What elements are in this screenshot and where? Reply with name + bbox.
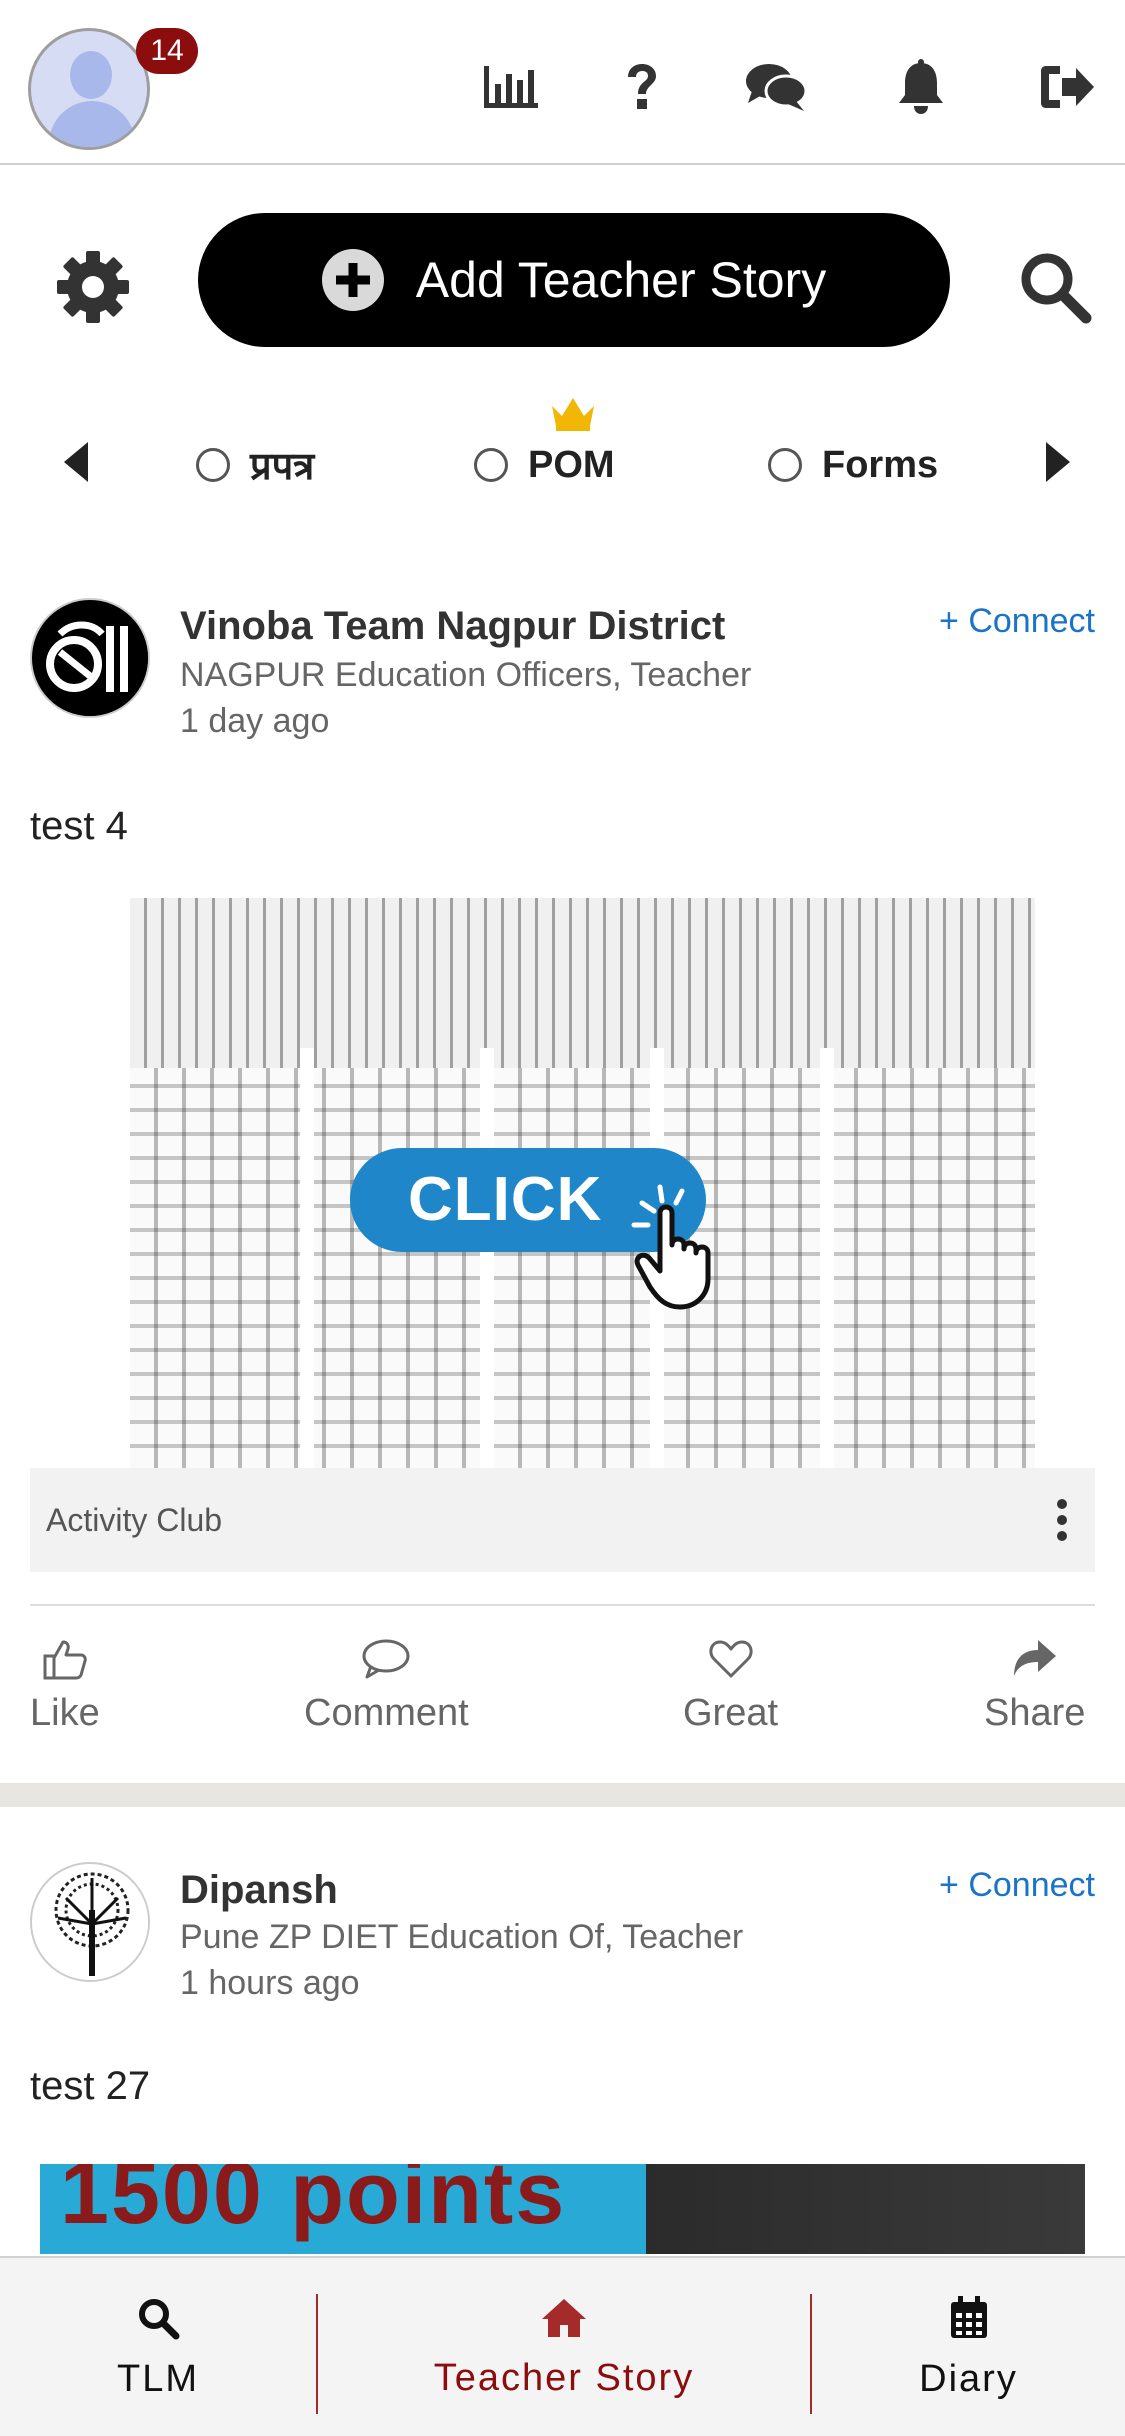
search-icon[interactable] xyxy=(1016,248,1094,326)
sheet-column-gap xyxy=(300,1048,314,1468)
share-label: Share xyxy=(984,1692,1086,1734)
nav-diary[interactable]: Diary xyxy=(812,2258,1125,2436)
share-button[interactable]: Share xyxy=(984,1638,1085,1735)
speech-bubble-icon xyxy=(362,1639,410,1679)
home-icon xyxy=(542,2298,586,2337)
club-label[interactable]: Activity Club xyxy=(46,1502,222,1539)
profile-avatar[interactable] xyxy=(28,28,150,150)
heart-icon xyxy=(708,1640,753,1678)
sheet-column-gap xyxy=(480,1048,494,1468)
filter-pom[interactable]: POM xyxy=(474,440,615,490)
top-bar: 14 xyxy=(0,0,1125,165)
radio-button[interactable] xyxy=(196,448,230,482)
post-separator xyxy=(0,1783,1125,1807)
comment-button[interactable]: Comment xyxy=(304,1638,469,1735)
logout-icon[interactable] xyxy=(1032,52,1102,122)
post-image[interactable]: CLICK xyxy=(30,898,1095,1468)
author-role: Pune ZP DIET Education Of, Teacher xyxy=(180,1918,744,1956)
post-image[interactable]: 1500 points xyxy=(40,2164,1085,2254)
help-icon[interactable] xyxy=(607,52,677,122)
bottom-nav: TLM Teacher Story Diary xyxy=(0,2256,1125,2436)
connect-button[interactable]: + Connect xyxy=(939,602,1095,641)
bar-chart-icon[interactable] xyxy=(476,52,546,122)
like-button[interactable]: Like xyxy=(30,1638,100,1735)
thumbs-up-icon xyxy=(43,1640,87,1680)
radio-button[interactable] xyxy=(474,448,508,482)
scroll-right-arrow-icon[interactable] xyxy=(1036,440,1076,484)
post-text: test 4 xyxy=(30,804,128,848)
author-avatar[interactable] xyxy=(30,1862,150,1982)
bell-icon[interactable] xyxy=(886,52,956,122)
nav-label: TLM xyxy=(117,2357,199,2400)
omr-sheet-header xyxy=(130,898,1035,1068)
plus-circle-icon xyxy=(321,249,384,311)
scroll-left-arrow-icon[interactable] xyxy=(58,440,98,484)
filter-label: Forms xyxy=(822,443,939,486)
divider xyxy=(30,1604,1095,1606)
add-teacher-story-button[interactable]: Add Teacher Story xyxy=(198,213,950,347)
great-button[interactable]: Great xyxy=(683,1638,778,1735)
notification-count-badge: 14 xyxy=(136,28,198,74)
filter-prapatra[interactable]: प्रपत्र xyxy=(196,440,314,490)
nav-label: Teacher Story xyxy=(433,2356,695,2399)
nav-teacher-story[interactable]: Teacher Story xyxy=(318,2258,810,2436)
filter-forms[interactable]: Forms xyxy=(768,440,938,490)
author-role: NAGPUR Education Officers, Teacher xyxy=(180,656,752,694)
avatar-head xyxy=(70,51,112,99)
more-options-icon[interactable] xyxy=(1055,1498,1069,1542)
add-teacher-story-label: Add Teacher Story xyxy=(415,252,827,308)
nav-tlm[interactable]: TLM xyxy=(0,2258,316,2436)
calendar-icon xyxy=(950,2295,987,2338)
great-label: Great xyxy=(683,1692,779,1734)
author-name[interactable]: Dipansh xyxy=(180,1868,338,1913)
search-icon xyxy=(139,2298,180,2339)
sheet-column-gap xyxy=(820,1048,834,1468)
chat-icon[interactable] xyxy=(741,52,811,122)
post-time: 1 hours ago xyxy=(180,1964,360,2002)
club-tag-bar: Activity Club xyxy=(30,1468,1095,1572)
points-graphic-text: 1500 points xyxy=(60,2164,567,2242)
connect-button[interactable]: + Connect xyxy=(939,1866,1095,1905)
nav-label: Diary xyxy=(919,2357,1018,2400)
post-text: test 27 xyxy=(30,2064,151,2108)
avatar-body xyxy=(49,101,135,147)
comment-label: Comment xyxy=(304,1692,469,1734)
filter-label: POM xyxy=(528,443,615,486)
radio-button[interactable] xyxy=(768,448,802,482)
post-time: 1 day ago xyxy=(180,702,330,740)
like-label: Like xyxy=(30,1692,100,1734)
author-avatar[interactable] xyxy=(30,598,150,718)
gear-icon[interactable] xyxy=(54,248,132,326)
filter-label: प्रपत्र xyxy=(250,446,315,488)
share-arrow-icon xyxy=(1013,1640,1056,1676)
crown-icon xyxy=(548,394,598,432)
author-name[interactable]: Vinoba Team Nagpur District xyxy=(180,604,725,649)
pointing-hand-icon xyxy=(630,1183,740,1313)
